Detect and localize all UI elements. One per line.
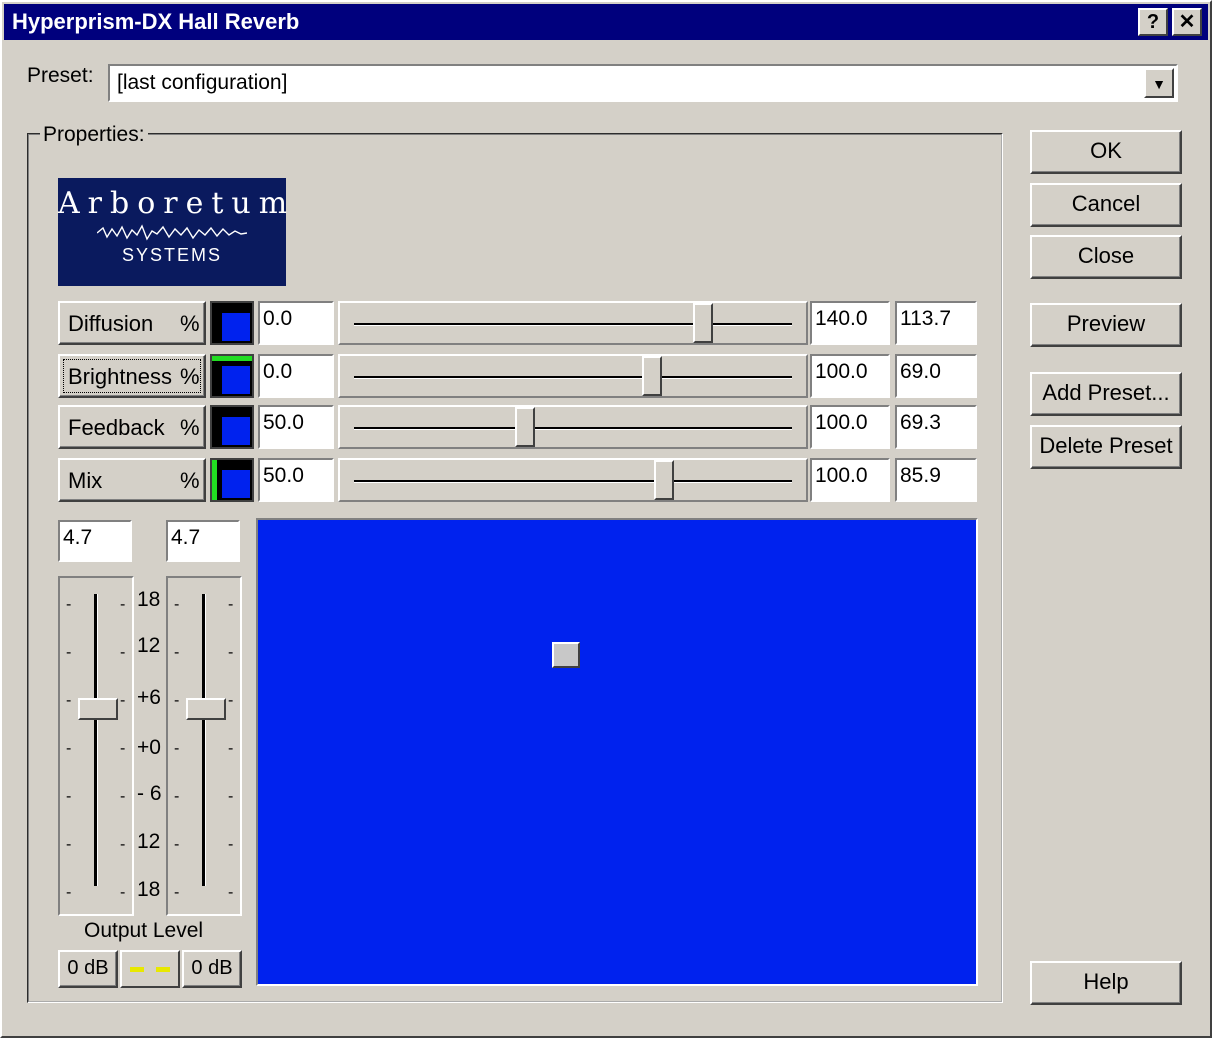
param-name: Brightness <box>68 364 172 389</box>
param-min-field[interactable]: 0.0 <box>258 354 334 398</box>
scale-label: +0 <box>137 736 161 759</box>
help-button[interactable]: Help <box>1030 961 1182 1005</box>
right-fader-ticks: -- -- -- -- -- -- -- <box>174 596 234 901</box>
title-bar: Hyperprism-DX Hall Reverb <box>4 4 1208 40</box>
slider-thumb[interactable] <box>515 407 536 447</box>
scale-label: 12 <box>137 830 161 853</box>
param-unit: % <box>180 364 200 389</box>
output-right-fader[interactable]: -- -- -- -- -- -- -- <box>166 576 242 916</box>
right-led-icon <box>156 967 170 972</box>
window-title: Hyperprism-DX Hall Reverb <box>12 9 300 34</box>
param-slider[interactable] <box>338 354 808 398</box>
swatch-green-edge <box>212 460 217 500</box>
param-max-field[interactable]: 140.0 <box>810 301 890 345</box>
color-swatch[interactable] <box>210 405 254 449</box>
preview-button[interactable]: Preview <box>1030 303 1182 347</box>
param-unit: % <box>180 468 200 493</box>
close-button[interactable]: Close <box>1030 235 1182 279</box>
preset-value: [last configuration] <box>117 71 288 94</box>
param-unit: % <box>180 311 200 336</box>
param-value-field[interactable]: 69.0 <box>895 354 977 398</box>
chevron-down-icon[interactable]: ▼ <box>1144 68 1174 98</box>
clip-indicator <box>120 950 180 988</box>
param-max-field[interactable]: 100.0 <box>810 458 890 502</box>
swatch-fill <box>222 470 250 498</box>
slider-track <box>354 323 792 326</box>
param-name: Mix <box>68 468 103 493</box>
right-db-button[interactable]: 0 dB <box>182 950 242 988</box>
output-level-label: Output Level <box>84 919 204 942</box>
preset-dropdown[interactable]: [last configuration] ▼ <box>108 64 1178 102</box>
param-value-field[interactable]: 69.3 <box>895 405 977 449</box>
param-slider[interactable] <box>338 301 808 345</box>
slider-track <box>354 480 792 483</box>
arboretum-logo: Arboretum SYSTEMS <box>58 178 287 286</box>
slider-thumb[interactable] <box>654 460 675 500</box>
help-title-button[interactable]: ? <box>1138 8 1168 36</box>
close-title-button[interactable]: ✕ <box>1172 8 1202 36</box>
preset-label: Preset: <box>27 64 94 87</box>
swatch-fill <box>222 366 250 394</box>
scale-label: 18 <box>137 878 161 901</box>
param-button[interactable]: Brightness % <box>58 354 206 398</box>
delete-preset-button[interactable]: Delete Preset <box>1030 425 1182 469</box>
param-button[interactable]: Mix % <box>58 458 206 502</box>
param-max-field[interactable]: 100.0 <box>810 354 890 398</box>
param-name: Diffusion <box>68 311 154 336</box>
left-db-button[interactable]: 0 dB <box>58 950 118 988</box>
param-min-field[interactable]: 0.0 <box>258 301 334 345</box>
cancel-button[interactable]: Cancel <box>1030 183 1182 227</box>
param-value-field[interactable]: 113.7 <box>895 301 977 345</box>
properties-label: Properties: <box>40 123 148 147</box>
param-slider[interactable] <box>338 405 808 449</box>
output-left-value[interactable]: 4.7 <box>58 520 132 562</box>
param-min-field[interactable]: 50.0 <box>258 458 334 502</box>
param-max-field[interactable]: 100.0 <box>810 405 890 449</box>
scale-label: 18 <box>137 588 161 611</box>
slider-thumb[interactable] <box>692 303 713 343</box>
add-preset-button[interactable]: Add Preset... <box>1030 372 1182 416</box>
output-left-fader[interactable]: -- -- -- -- -- -- -- <box>58 576 134 916</box>
param-value-field[interactable]: 85.9 <box>895 458 977 502</box>
color-swatch[interactable] <box>210 354 254 398</box>
waveform-icon <box>97 224 247 241</box>
param-unit: % <box>180 415 200 440</box>
output-right-value[interactable]: 4.7 <box>166 520 240 562</box>
color-swatch[interactable] <box>210 301 254 345</box>
xy-pad-handle[interactable] <box>552 642 580 668</box>
left-fader-ticks: -- -- -- -- -- -- -- <box>66 596 126 901</box>
xy-pad[interactable] <box>256 518 978 986</box>
param-slider[interactable] <box>338 458 808 502</box>
slider-track <box>354 376 792 379</box>
swatch-fill <box>222 417 250 445</box>
param-min-field[interactable]: 50.0 <box>258 405 334 449</box>
color-swatch[interactable] <box>210 458 254 502</box>
slider-thumb[interactable] <box>642 356 663 396</box>
swatch-green-edge <box>212 356 252 361</box>
left-led-icon <box>130 967 144 972</box>
param-button[interactable]: Diffusion % <box>58 301 206 345</box>
swatch-fill <box>222 313 250 341</box>
param-button[interactable]: Feedback % <box>58 405 206 449</box>
param-name: Feedback <box>68 415 165 440</box>
ok-button[interactable]: OK <box>1030 130 1182 174</box>
scale-label: +6 <box>137 686 161 709</box>
scale-label: 12 <box>137 634 161 657</box>
slider-track <box>354 427 792 430</box>
scale-label: - 6 <box>137 782 162 805</box>
